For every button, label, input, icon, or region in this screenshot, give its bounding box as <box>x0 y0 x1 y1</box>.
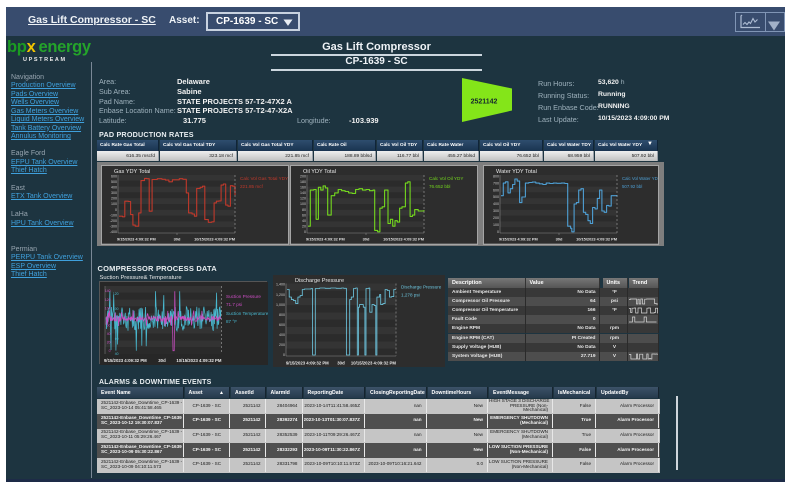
svg-text:Suction Temperature: Suction Temperature <box>226 311 268 316</box>
svg-text:10/15/2023 4:09:32 PM: 10/15/2023 4:09:32 PM <box>576 237 617 242</box>
svg-text:100: 100 <box>111 202 117 206</box>
svg-text:40: 40 <box>115 352 119 356</box>
svg-text:1,200: 1,200 <box>276 292 285 296</box>
svg-text:600: 600 <box>111 174 117 178</box>
svg-text:87 °F: 87 °F <box>226 319 237 324</box>
svg-text:Discharge Pressure: Discharge Pressure <box>295 277 344 283</box>
svg-text:30d: 30d <box>158 358 166 363</box>
svg-text:200: 200 <box>493 216 499 220</box>
svg-text:-300: -300 <box>110 224 117 228</box>
svg-text:120: 120 <box>105 298 111 302</box>
svg-text:100: 100 <box>300 202 306 206</box>
svg-text:0: 0 <box>304 230 306 234</box>
svg-text:300: 300 <box>111 191 117 195</box>
svg-text:-400: -400 <box>110 230 117 234</box>
svg-text:71.7 psi: 71.7 psi <box>226 302 242 307</box>
svg-text:9/15/2023 4:09:32 PM: 9/15/2023 4:09:32 PM <box>499 237 538 242</box>
svg-text:400: 400 <box>279 333 285 337</box>
svg-text:Oil YDY Total: Oil YDY Total <box>303 169 336 175</box>
svg-text:40: 40 <box>302 219 306 223</box>
svg-text:200: 200 <box>279 343 285 347</box>
svg-text:Gas YDY Total: Gas YDY Total <box>114 169 150 175</box>
svg-text:Calc Vol Oil YDY: Calc Vol Oil YDY <box>429 176 463 181</box>
svg-text:30d: 30d <box>363 237 370 242</box>
svg-text:200: 200 <box>300 174 306 178</box>
svg-text:300: 300 <box>493 209 499 213</box>
svg-text:30d: 30d <box>555 237 562 242</box>
svg-text:0: 0 <box>109 349 111 353</box>
svg-text:120: 120 <box>300 197 306 201</box>
svg-text:20: 20 <box>302 224 306 228</box>
svg-text:221.85 mcf: 221.85 mcf <box>240 184 263 189</box>
svg-text:160: 160 <box>300 186 306 190</box>
svg-text:400: 400 <box>493 202 499 206</box>
svg-text:Calc Vol Water YDY: Calc Vol Water YDY <box>622 176 658 181</box>
svg-text:10/15/2023 4:09:32 PM: 10/15/2023 4:09:32 PM <box>383 237 424 242</box>
svg-text:30d: 30d <box>337 360 345 365</box>
svg-text:800: 800 <box>493 174 499 178</box>
svg-text:600: 600 <box>279 323 285 327</box>
svg-text:10/15/2023 4:09:32 PM: 10/15/2023 4:09:32 PM <box>350 360 396 365</box>
svg-text:Discharge Pressure: Discharge Pressure <box>401 284 442 289</box>
svg-text:140: 140 <box>300 191 306 195</box>
svg-text:0: 0 <box>497 230 499 234</box>
svg-text:20: 20 <box>107 341 111 345</box>
svg-text:500: 500 <box>111 180 117 184</box>
svg-text:500: 500 <box>493 195 499 199</box>
svg-text:-100: -100 <box>110 213 117 217</box>
svg-text:1,000: 1,000 <box>276 302 285 306</box>
svg-text:60: 60 <box>302 213 306 217</box>
svg-text:76.652 bbl: 76.652 bbl <box>429 184 450 189</box>
svg-text:800: 800 <box>279 312 285 316</box>
svg-text:9/15/2023 4:09:32 PM: 9/15/2023 4:09:32 PM <box>117 237 156 242</box>
svg-text:400: 400 <box>111 186 117 190</box>
svg-text:140: 140 <box>105 289 111 293</box>
svg-text:30d: 30d <box>174 237 181 242</box>
svg-text:1,400: 1,400 <box>276 282 285 286</box>
svg-text:60: 60 <box>115 337 119 341</box>
svg-text:507.92 bbl: 507.92 bbl <box>622 184 642 189</box>
svg-text:80: 80 <box>302 208 306 212</box>
svg-text:80: 80 <box>107 315 111 319</box>
svg-text:100: 100 <box>113 307 119 311</box>
svg-text:0: 0 <box>283 353 285 357</box>
svg-text:120: 120 <box>113 292 119 296</box>
svg-text:600: 600 <box>493 188 499 192</box>
svg-text:2521142: 2521142 <box>471 99 498 106</box>
svg-text:Calc Vol Gas Total YDY: Calc Vol Gas Total YDY <box>240 176 288 181</box>
svg-text:100: 100 <box>493 223 499 227</box>
svg-text:700: 700 <box>493 181 499 185</box>
svg-text:0: 0 <box>115 208 117 212</box>
svg-text:80: 80 <box>115 322 119 326</box>
svg-text:10/15/2023 4:09:32 PM: 10/15/2023 4:09:32 PM <box>176 358 222 363</box>
svg-text:100: 100 <box>105 306 111 310</box>
svg-text:40: 40 <box>107 332 111 336</box>
svg-text:200: 200 <box>111 197 117 201</box>
svg-text:60: 60 <box>107 324 111 328</box>
svg-text:9/15/2023 4:09:32 PM: 9/15/2023 4:09:32 PM <box>286 360 329 365</box>
svg-text:1,278 psi: 1,278 psi <box>401 292 420 297</box>
svg-text:10/15/2023 4:09:32 PM: 10/15/2023 4:09:32 PM <box>194 237 235 242</box>
svg-text:180: 180 <box>300 180 306 184</box>
svg-text:Suction Pressure: Suction Pressure <box>226 294 261 299</box>
svg-text:9/15/2023 4:09:32 PM: 9/15/2023 4:09:32 PM <box>104 358 147 363</box>
svg-text:Water YDY Total: Water YDY Total <box>496 169 537 175</box>
svg-text:9/15/2023 4:09:32 PM: 9/15/2023 4:09:32 PM <box>306 237 345 242</box>
svg-text:-200: -200 <box>110 219 117 223</box>
